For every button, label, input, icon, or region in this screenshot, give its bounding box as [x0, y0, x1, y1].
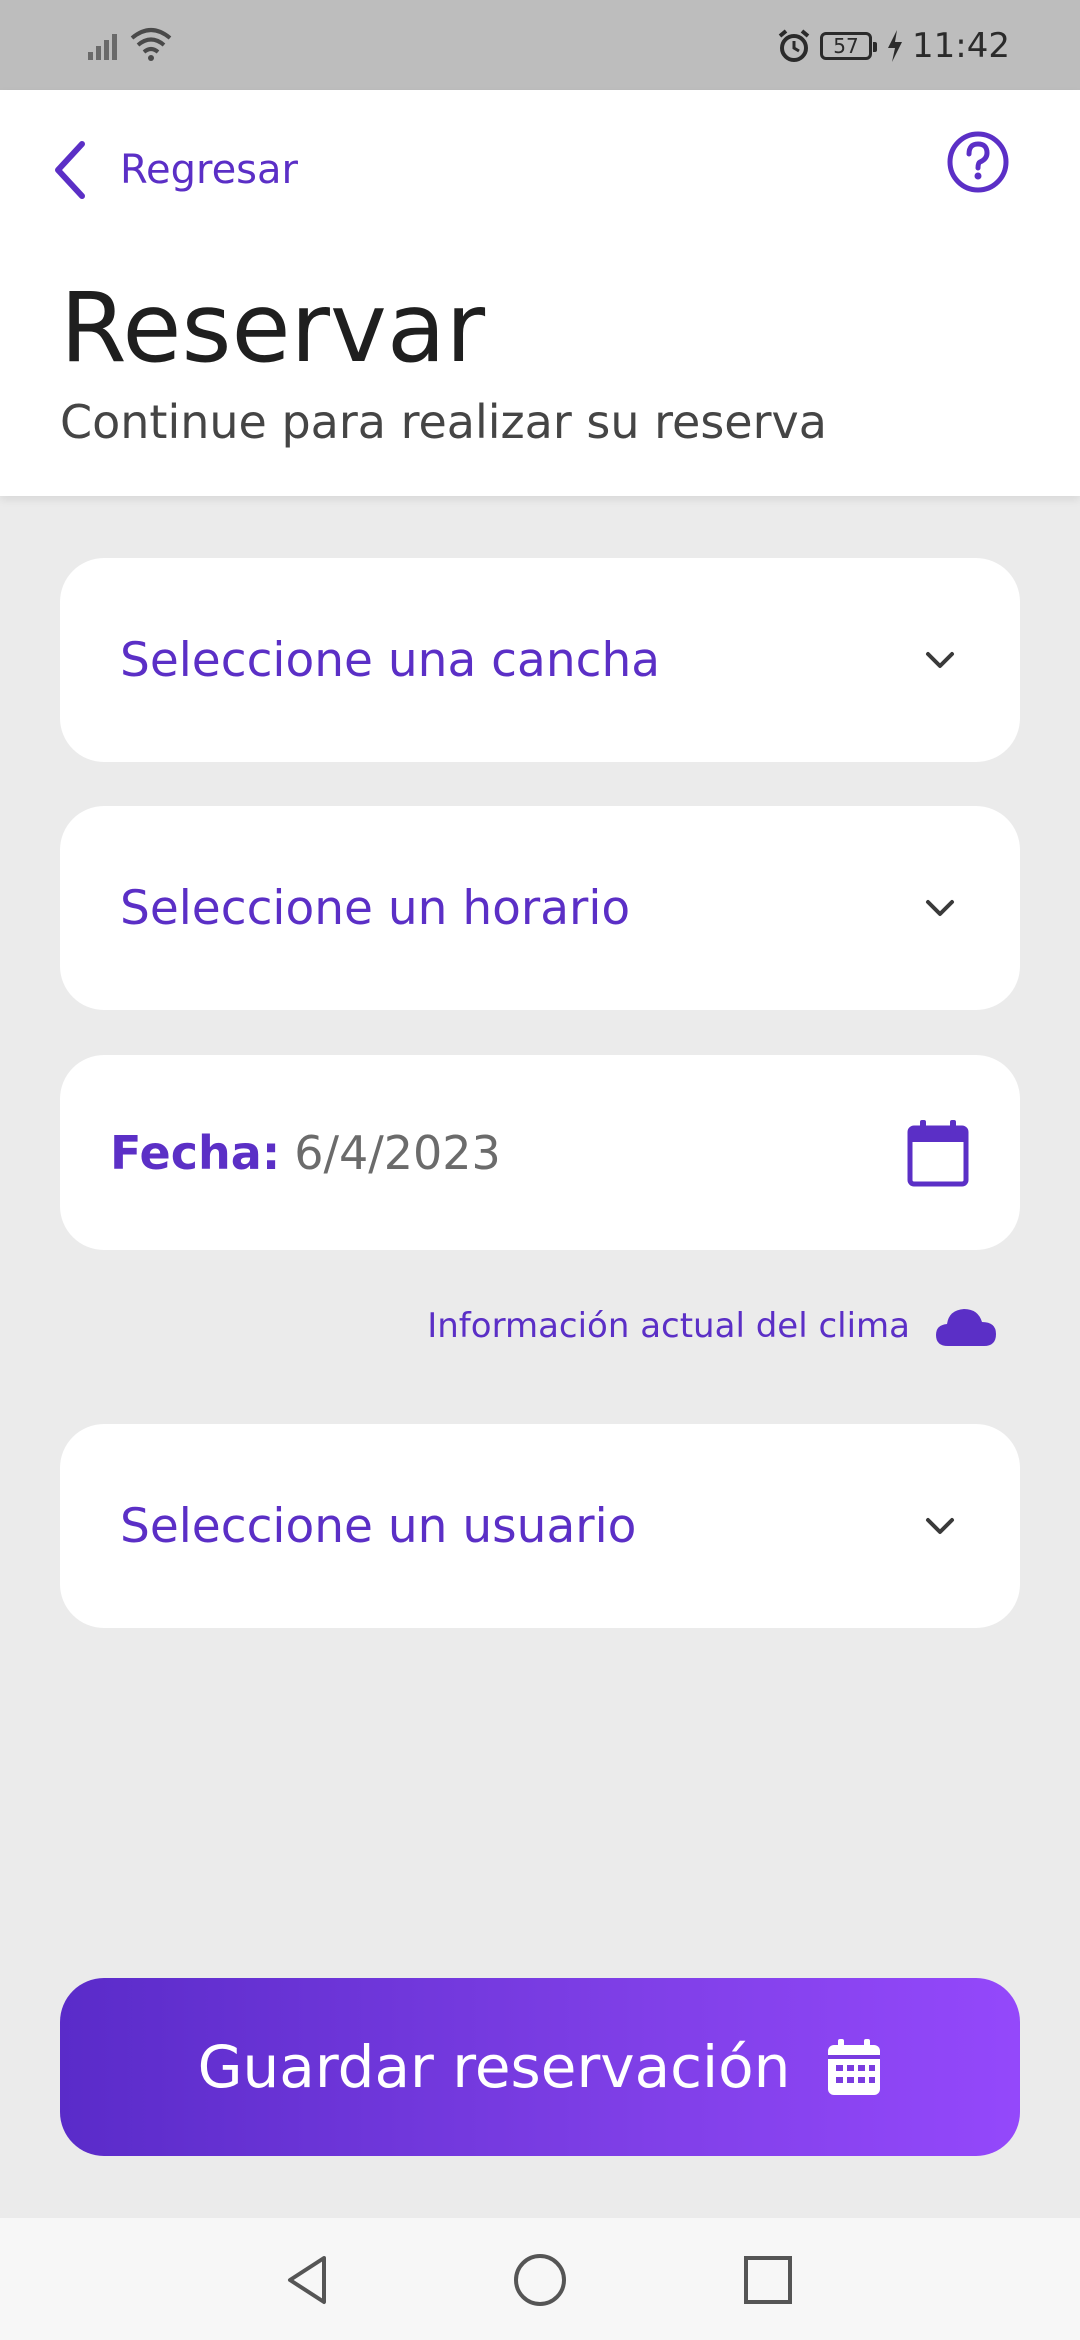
status-bar: 57 11:42 — [0, 0, 1080, 90]
nav-recent-apps-icon[interactable] — [738, 2250, 798, 2310]
calendar-grid-icon — [828, 2039, 881, 2095]
calendar-icon[interactable] — [906, 1118, 970, 1188]
cancha-select-label: Seleccione una cancha — [120, 632, 661, 688]
usuario-select-label: Seleccione un usuario — [120, 1498, 637, 1554]
status-right: 57 11:42 — [776, 24, 1010, 68]
nav-home-icon[interactable] — [510, 2250, 570, 2310]
status-time: 11:42 — [912, 26, 1010, 66]
header: Regresar Reservar Continue para realizar… — [0, 90, 1080, 496]
battery-icon: 57 — [820, 32, 878, 60]
back-button[interactable]: Regresar — [50, 130, 298, 210]
alarm-icon — [778, 29, 810, 62]
wifi-icon — [130, 28, 172, 61]
page-title: Reservar — [60, 272, 486, 384]
battery-level: 57 — [833, 34, 859, 58]
fecha-value: 6/4/2023 — [294, 1125, 501, 1180]
horario-select[interactable]: Seleccione un horario — [60, 806, 1020, 1010]
chevron-left-icon — [55, 141, 85, 199]
save-reservation-label: Guardar reservación — [197, 2033, 791, 2101]
fecha-label: Fecha: — [110, 1125, 281, 1180]
save-reservation-button[interactable]: Guardar reservación — [60, 1978, 1020, 2156]
system-nav-bar — [0, 2218, 1080, 2340]
back-label: Regresar — [120, 147, 298, 193]
chevron-down-icon — [926, 652, 954, 668]
horario-select-label: Seleccione un horario — [120, 880, 631, 936]
cancha-select[interactable]: Seleccione una cancha — [60, 558, 1020, 762]
help-icon[interactable] — [946, 130, 1010, 194]
chevron-down-icon — [926, 900, 954, 916]
signal-icon — [88, 34, 117, 60]
chevron-down-icon — [926, 1518, 954, 1534]
weather-link[interactable]: Información actual del clima — [427, 1296, 998, 1356]
usuario-select[interactable]: Seleccione un usuario — [60, 1424, 1020, 1628]
cloud-icon — [936, 1309, 996, 1346]
fecha-field[interactable]: Fecha: 6/4/2023 — [60, 1055, 1020, 1250]
page-subtitle: Continue para realizar su reserva — [60, 395, 827, 449]
nav-back-icon[interactable] — [278, 2250, 338, 2310]
charging-icon — [888, 30, 903, 62]
weather-link-label: Información actual del clima — [427, 1306, 910, 1346]
